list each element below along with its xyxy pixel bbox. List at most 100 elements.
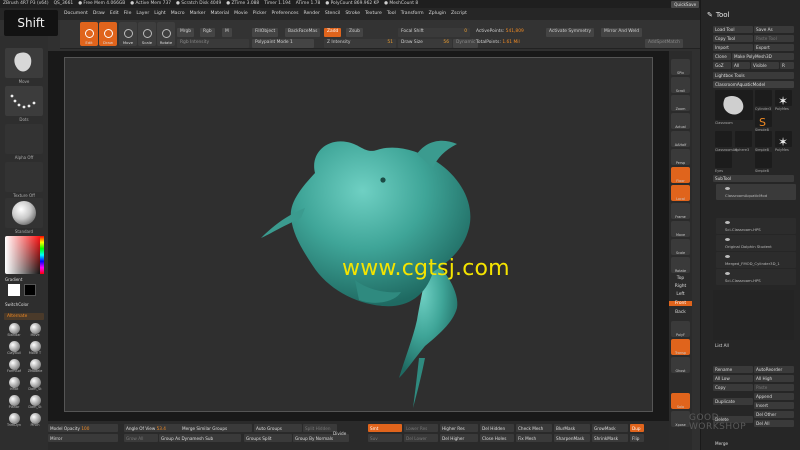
shrinkmask-button[interactable]: ShrinkMask [592, 434, 628, 442]
lightbox-tools-button[interactable]: Lightbox Tools [713, 72, 794, 79]
secondary-color-swatch[interactable] [24, 284, 36, 296]
focal-shift-slider[interactable]: Focal Shift 0 [398, 28, 470, 37]
groups-split-button[interactable]: Groups Split [244, 434, 292, 442]
brush-damstandard[interactable]: Dam_St [27, 377, 43, 391]
menu-movie[interactable]: Movie [234, 11, 248, 17]
menu-layer[interactable]: Layer [136, 11, 149, 17]
solo-button[interactable]: Solo [671, 393, 690, 409]
merge-button[interactable]: Merge [713, 440, 753, 447]
fillobject-button[interactable]: FillObject [252, 28, 279, 37]
check-mesh-button[interactable]: Check Mesh [516, 424, 552, 432]
rgb-intensity-slider[interactable]: Rgb Intensity [177, 39, 249, 48]
menu-preferences[interactable]: Preferences [271, 11, 298, 17]
mrgb-button[interactable]: Mrgb [177, 28, 195, 37]
brush-pinch[interactable]: Pinch [27, 413, 43, 427]
mirror-button[interactable]: Mirror [48, 434, 118, 442]
flip-button[interactable]: Flip [630, 434, 644, 442]
add-spet-match-button[interactable]: AddSpetMatch [645, 39, 683, 48]
all-high-button[interactable]: All High [754, 375, 794, 382]
close-holes-button[interactable]: Close Holes [480, 434, 514, 442]
current-tool-name[interactable]: ClassroomAquaticModel [713, 81, 794, 88]
subtool-row[interactable]: Sci-Classroom-HPS [716, 269, 796, 285]
tool-thumb-cylinder[interactable] [755, 90, 772, 106]
export-button[interactable]: Export [754, 44, 794, 51]
brush-inflate[interactable]: Inflat [6, 377, 22, 391]
view-top[interactable]: Top [669, 276, 692, 281]
del-lower-button[interactable]: Del Lower [404, 434, 438, 442]
menu-picker[interactable]: Picker [253, 11, 267, 17]
subtool-header[interactable]: SubTool [713, 175, 794, 182]
brush-damstandard-2[interactable]: Dam_St [27, 395, 43, 409]
menu-stroke[interactable]: Stroke [345, 11, 360, 17]
rotate-mode-button[interactable]: Rotate [157, 22, 175, 46]
rgb-button[interactable]: Rgb [200, 28, 215, 37]
dynamic-button[interactable]: Dynamic [453, 39, 479, 48]
hue-strip[interactable] [40, 236, 44, 274]
tool-thumb-polymesh-2[interactable]: ✶ [775, 131, 792, 149]
polypaint-mode-button[interactable]: Polypaint Mode 1 [252, 39, 314, 48]
suv-button[interactable]: Suv [368, 434, 402, 442]
tool-thumb-eyes[interactable] [715, 152, 732, 168]
smt-button[interactable]: Smt [368, 424, 402, 432]
tool-palette-header[interactable]: ✎ Tool [701, 8, 800, 22]
menu-marker[interactable]: Marker [190, 11, 206, 17]
grow-all-button[interactable]: Grow All [124, 434, 158, 442]
rename-button[interactable]: Rename [713, 366, 753, 373]
menu-document[interactable]: Document [64, 11, 88, 17]
brush-planar[interactable]: Planar [6, 395, 22, 409]
model-opacity-slider[interactable]: Model Opacity 100 [48, 424, 118, 432]
subtool-row[interactable]: Original Dolphin Student [716, 235, 796, 251]
eye-icon[interactable] [725, 272, 730, 275]
menu-transform[interactable]: Transform [401, 11, 424, 17]
paste-subtool-button[interactable]: Paste [754, 384, 794, 391]
r-button[interactable]: R [780, 62, 794, 69]
tool-thumb-simplebrush-2[interactable] [755, 131, 772, 147]
copy-subtool-button[interactable]: Copy [713, 384, 753, 391]
all-low-button[interactable]: All Low [713, 375, 753, 382]
document-canvas[interactable] [64, 57, 653, 412]
aahalf-button[interactable]: AAHalf [671, 131, 690, 147]
divide-button[interactable]: Divide [331, 429, 365, 437]
texture-thumbnail[interactable] [5, 162, 43, 192]
current-tool-thumbnail[interactable] [715, 90, 753, 120]
brush-move-topological[interactable]: Move T [27, 341, 43, 355]
m-button[interactable]: M [222, 28, 232, 37]
save-as-button[interactable]: Save As [754, 26, 794, 33]
move-view-button[interactable]: Move [671, 221, 690, 237]
zsub-button[interactable]: Zsub [346, 28, 363, 37]
menu-macro[interactable]: Macro [171, 11, 185, 17]
mirror-and-weld-button[interactable]: Mirror And Weld [601, 28, 643, 37]
tool-thumb-sphere[interactable] [735, 131, 752, 147]
view-front[interactable]: Front [669, 301, 692, 306]
autoreorder-button[interactable]: AutoReorder [754, 366, 794, 373]
spix-button[interactable]: SPix [671, 59, 690, 75]
brush-trimdynamic[interactable]: TrimDyn [6, 413, 22, 427]
eye-icon[interactable] [725, 255, 730, 258]
frame-button[interactable]: Frame [671, 203, 690, 219]
scale-mode-button[interactable]: Scale [138, 22, 156, 46]
higher-res-button[interactable]: Higher Res [440, 424, 478, 432]
eye-icon[interactable] [725, 221, 730, 224]
menu-zscript[interactable]: Zscript [451, 11, 467, 17]
actual-button[interactable]: Actual [671, 113, 690, 129]
import-button[interactable]: Import [713, 44, 753, 51]
menu-tool[interactable]: Tool [387, 11, 396, 17]
goz-button[interactable]: GoZ [713, 62, 731, 69]
tool-thumb-simplebrush-3[interactable] [755, 152, 772, 168]
switchcolor-button[interactable]: SwitchColor [0, 302, 48, 307]
subtool-row[interactable]: Merged_FMOD_Cylinder3D_1 [716, 252, 796, 268]
brush-move[interactable]: Move [27, 323, 43, 337]
move-mode-button[interactable]: Move [119, 22, 137, 46]
list-all-button[interactable]: List All [713, 342, 753, 349]
local-button[interactable]: Local [671, 185, 690, 201]
z-intensity-slider[interactable]: Z Intensity 51 [324, 39, 396, 48]
backfacemask-button[interactable]: BackFaceMas [285, 28, 321, 37]
menu-texture[interactable]: Texture [365, 11, 382, 17]
all-button[interactable]: All [732, 62, 750, 69]
del-higher-button[interactable]: Del Higher [440, 434, 478, 442]
menu-light[interactable]: Light [154, 11, 165, 17]
draw-mode-button[interactable]: Draw [99, 22, 117, 46]
sharpenmask-button[interactable]: SharpenMask [554, 434, 590, 442]
xpose-button[interactable]: Xpose [671, 411, 690, 427]
activate-symmetry-button[interactable]: Activate Symmetry [546, 28, 595, 37]
